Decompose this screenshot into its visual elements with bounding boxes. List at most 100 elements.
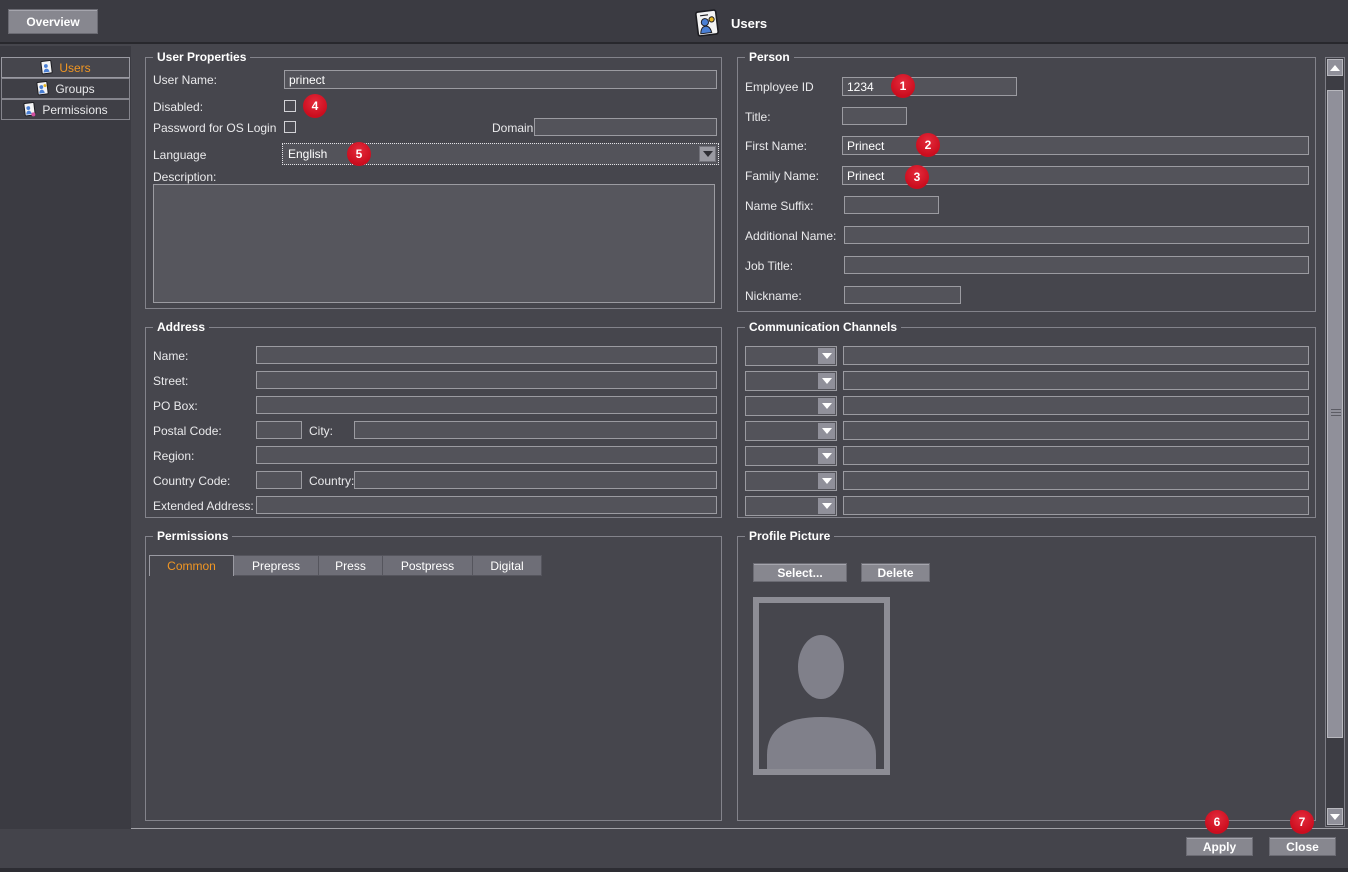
country-input[interactable] (354, 471, 717, 489)
channel-value-input[interactable] (843, 496, 1309, 515)
channel-type-dropdown[interactable] (745, 396, 837, 416)
chevron-down-icon[interactable] (818, 448, 835, 464)
scrollbar-grip (1331, 409, 1341, 418)
tab-postpress[interactable]: Postpress (383, 555, 473, 576)
group-title: Address (153, 320, 209, 334)
title-label: Title: (745, 110, 771, 124)
user-name-label: User Name: (153, 73, 217, 87)
group-title: Profile Picture (745, 529, 834, 543)
chevron-down-icon[interactable] (818, 348, 835, 364)
group-title: Permissions (153, 529, 232, 543)
address-name-label: Name: (153, 349, 188, 363)
disabled-checkbox[interactable] (284, 100, 296, 112)
channel-type-dropdown[interactable] (745, 421, 837, 441)
extended-address-label: Extended Address: (153, 499, 254, 513)
address-name-input[interactable] (256, 346, 717, 364)
chevron-down-icon[interactable] (818, 473, 835, 489)
vertical-scrollbar[interactable] (1325, 57, 1345, 827)
disabled-label: Disabled: (153, 100, 203, 114)
users-admin-window: Overview Users (0, 0, 1348, 872)
tab-digital[interactable]: Digital (473, 555, 542, 576)
sidebar: Users Groups Permi (0, 46, 131, 830)
channel-value-input[interactable] (843, 371, 1309, 390)
channel-type-dropdown[interactable] (745, 496, 837, 516)
channel-value-input[interactable] (843, 396, 1309, 415)
country-code-label: Country Code: (153, 474, 230, 488)
channel-value-input[interactable] (843, 421, 1309, 440)
group-title: Communication Channels (745, 320, 901, 334)
user-name-input[interactable] (284, 70, 717, 89)
domain-input[interactable] (534, 118, 717, 136)
region-input[interactable] (256, 446, 717, 464)
password-os-checkbox[interactable] (284, 121, 296, 133)
additional-name-label: Additional Name: (745, 229, 836, 243)
page-title: Users (731, 16, 767, 31)
overview-button[interactable]: Overview (8, 9, 98, 34)
description-label: Description: (153, 170, 216, 184)
channel-type-dropdown[interactable] (745, 446, 837, 466)
password-os-label: Password for OS Login (153, 121, 276, 135)
profile-picture-group: Profile Picture Select... Delete (737, 536, 1316, 821)
chevron-down-icon[interactable] (818, 498, 835, 514)
close-button[interactable]: Close (1269, 837, 1336, 856)
user-properties-group: User Properties User Name: Disabled: Pas… (145, 57, 722, 309)
employee-id-input[interactable] (842, 77, 1017, 96)
first-name-input[interactable] (842, 136, 1309, 155)
permissions-tab-bar: Common Prepress Press Postpress Digital (149, 555, 542, 576)
extended-address-input[interactable] (256, 496, 717, 514)
description-textarea[interactable] (153, 184, 715, 303)
chevron-down-icon[interactable] (818, 373, 835, 389)
domain-label: Domain: (492, 121, 537, 135)
job-title-input[interactable] (844, 256, 1309, 274)
permissions-group: Permissions Common Prepress Press Postpr… (145, 536, 722, 821)
tab-press[interactable]: Press (319, 555, 383, 576)
footer-bar (0, 829, 1348, 868)
apply-button[interactable]: Apply (1186, 837, 1253, 856)
city-label: City: (309, 424, 333, 438)
po-box-input[interactable] (256, 396, 717, 414)
nickname-input[interactable] (844, 286, 961, 304)
annotation-badge-1: 1 (891, 74, 915, 98)
street-input[interactable] (256, 371, 717, 389)
postal-code-input[interactable] (256, 421, 302, 439)
country-label: Country: (309, 474, 354, 488)
channel-type-dropdown[interactable] (745, 471, 837, 491)
scrollbar-thumb[interactable] (1327, 90, 1343, 738)
channel-value-input[interactable] (843, 471, 1309, 490)
nickname-label: Nickname: (745, 289, 802, 303)
annotation-badge-7: 7 (1290, 810, 1314, 834)
channel-type-dropdown[interactable] (745, 371, 837, 391)
avatar-silhouette-icon (759, 619, 884, 769)
chevron-down-icon[interactable] (699, 146, 716, 162)
street-label: Street: (153, 374, 188, 388)
channel-type-dropdown[interactable] (745, 346, 837, 366)
tab-prepress[interactable]: Prepress (234, 555, 319, 576)
sidebar-item-label: Permissions (42, 103, 107, 117)
scroll-up-icon[interactable] (1327, 59, 1343, 76)
name-suffix-input[interactable] (844, 196, 939, 214)
annotation-badge-5: 5 (347, 142, 371, 166)
chevron-down-icon[interactable] (818, 398, 835, 414)
window-bottom-edge (0, 868, 1348, 872)
title-input[interactable] (842, 107, 907, 125)
footer-separator (131, 828, 1348, 829)
city-input[interactable] (354, 421, 717, 439)
family-name-label: Family Name: (745, 169, 819, 183)
country-code-input[interactable] (256, 471, 302, 489)
select-picture-button[interactable]: Select... (753, 563, 847, 582)
delete-picture-button[interactable]: Delete (861, 563, 930, 582)
sidebar-item-users[interactable]: Users (1, 57, 130, 78)
sidebar-item-permissions[interactable]: Permissions (1, 99, 130, 120)
annotation-badge-3: 3 (905, 165, 929, 189)
sidebar-item-groups[interactable]: Groups (1, 78, 130, 99)
language-value: English (288, 147, 327, 161)
language-label: Language (153, 148, 206, 162)
additional-name-input[interactable] (844, 226, 1309, 244)
tab-common[interactable]: Common (149, 555, 234, 576)
chevron-down-icon[interactable] (818, 423, 835, 439)
permission-card-icon (23, 102, 36, 117)
scroll-down-icon[interactable] (1327, 808, 1343, 825)
channel-value-input[interactable] (843, 346, 1309, 365)
region-label: Region: (153, 449, 194, 463)
channel-value-input[interactable] (843, 446, 1309, 465)
